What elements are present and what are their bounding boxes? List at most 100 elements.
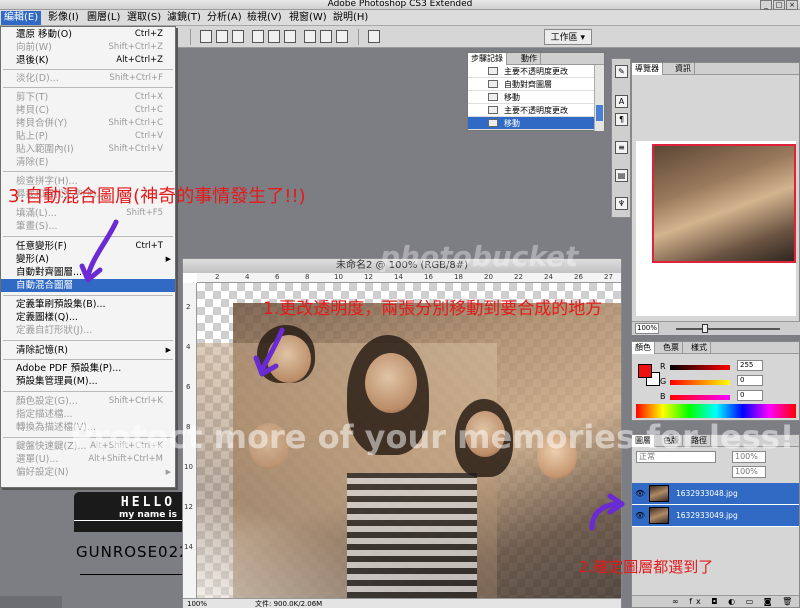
tab-actions[interactable]: 動作: [518, 53, 541, 65]
tab-navigator[interactable]: 導覽器: [632, 63, 663, 75]
menu-window[interactable]: 視窗(W): [286, 11, 330, 25]
menu-item-copy-merged[interactable]: 拷貝合併(Y) Shift+Ctrl+C: [1, 117, 175, 130]
menu-item-paste-into[interactable]: 貼入範圍內(I) Shift+Ctrl+V: [1, 143, 175, 156]
menu-item-auto-blend-layers[interactable]: 自動混合圖層: [1, 279, 175, 292]
photo-striped-shirt: [347, 473, 477, 598]
menu-layer[interactable]: 圖層(L): [84, 11, 123, 25]
menu-edit[interactable]: 編輯(E): [1, 11, 42, 25]
distribute-middle-icon[interactable]: [320, 30, 332, 43]
channel-label: G: [660, 377, 667, 386]
layer-row[interactable]: 👁 1632933048.jpg: [632, 483, 799, 505]
menu-item-define-pattern[interactable]: 定義圖樣(Q)...: [1, 311, 175, 324]
menu-item-color-settings[interactable]: 顏色設定(G)... Shift+Ctrl+K: [1, 395, 175, 408]
brush-icon[interactable]: ✎: [615, 65, 628, 78]
menu-item-undo[interactable]: 還原 移動(O) Ctrl+Z: [1, 28, 175, 41]
tab-history[interactable]: 步驟記錄: [468, 53, 507, 65]
panel-dock: ✎ A ¶ ≡ ▤ ♆: [611, 58, 631, 218]
clone-source-icon[interactable]: ▤: [615, 169, 628, 182]
align-right-icon[interactable]: [284, 30, 296, 43]
menu-item-define-custom-shape[interactable]: 定義自訂形狀(J)...: [1, 324, 175, 337]
menu-item-stroke[interactable]: 筆畫(S)...: [1, 220, 175, 233]
menu-divider: [3, 295, 173, 296]
menu-item-copy[interactable]: 拷貝(C) Ctrl+C: [1, 104, 175, 117]
history-item[interactable]: 主要不透明度更改: [468, 104, 594, 117]
blue-value-input[interactable]: 0: [737, 390, 763, 401]
close-button[interactable]: ×: [786, 0, 798, 10]
menu-item-paste[interactable]: 貼上(P) Ctrl+V: [1, 130, 175, 143]
ruler-tick-label: 16: [424, 273, 433, 281]
menu-item-fade[interactable]: 淡化(D)... Shift+Ctrl+F: [1, 72, 175, 85]
zoom-slider[interactable]: [676, 328, 780, 330]
red-slider[interactable]: [670, 365, 730, 370]
layer-comps-icon[interactable]: ≡: [615, 141, 628, 154]
ruler-tick-label: 14: [394, 273, 403, 281]
visibility-eye-icon[interactable]: 👁: [635, 511, 645, 520]
menu-item-auto-align-layers[interactable]: 自動對齊圖層...: [1, 266, 175, 279]
minimize-button[interactable]: _: [760, 0, 772, 10]
align-bottom-icon[interactable]: [232, 30, 244, 43]
history-scrollbar[interactable]: [594, 65, 604, 131]
menu-item-purge[interactable]: 清除記憶(R) ▶: [1, 344, 175, 357]
menu-item-fill[interactable]: 填滿(L)... Shift+F5: [1, 207, 175, 220]
menu-item-transform[interactable]: 變形(A) ▶: [1, 253, 175, 266]
menu-item-clear[interactable]: 清除(E): [1, 156, 175, 169]
menu-item-preset-manager[interactable]: 預設集管理員(M)...: [1, 375, 175, 388]
distribute-bottom-icon[interactable]: [336, 30, 348, 43]
menu-item-cut[interactable]: 剪下(T) Ctrl+X: [1, 91, 175, 104]
status-zoom[interactable]: 100%: [187, 599, 207, 608]
menu-item-step-forward[interactable]: 向前(W) Shift+Ctrl+Z: [1, 41, 175, 54]
auto-align-icon[interactable]: [368, 30, 380, 43]
tool-presets-icon[interactable]: ♆: [615, 197, 628, 210]
blue-slider[interactable]: [670, 395, 730, 400]
workspace-button[interactable]: 工作區 ▾: [543, 29, 592, 45]
align-top-icon[interactable]: [200, 30, 212, 43]
history-item[interactable]: 自動對齊圖層: [468, 78, 594, 91]
window-titlebar: Adobe Photoshop CS3 Extended _ □ ×: [0, 0, 800, 10]
red-value-input[interactable]: 255: [737, 360, 763, 371]
menu-item-pdf-presets[interactable]: Adobe PDF 預設集(P)...: [1, 362, 175, 375]
history-item[interactable]: 主要不透明度更改: [468, 65, 594, 78]
menu-filter[interactable]: 濾鏡(T): [164, 11, 204, 25]
green-value-input[interactable]: 0: [737, 375, 763, 386]
color-spectrum-bar[interactable]: [636, 404, 796, 418]
menu-image[interactable]: 影像(I): [45, 11, 82, 25]
menu-item-define-brush[interactable]: 定義筆刷預設集(B)...: [1, 298, 175, 311]
character-icon[interactable]: A: [615, 95, 628, 108]
maximize-button[interactable]: □: [773, 0, 785, 10]
history-item[interactable]: 移動: [468, 91, 594, 104]
ruler-tick-label: 10: [184, 463, 193, 471]
tab-info[interactable]: 資訊: [672, 63, 695, 75]
menu-analysis[interactable]: 分析(A): [204, 11, 245, 25]
zoom-slider-knob[interactable]: [702, 324, 708, 333]
menu-select[interactable]: 選取(S): [124, 11, 164, 25]
green-slider[interactable]: [670, 380, 730, 385]
layers-footer-buttons[interactable]: ∞ fx ◘ ◐ ▭ ◙ 🗑: [632, 595, 799, 607]
align-left-icon[interactable]: [252, 30, 264, 43]
layers-panel: 圖層 色版 路徑 正常 100% 100% 👁 1632933048.jpg 👁…: [631, 434, 800, 608]
navigator-view-box[interactable]: [652, 144, 796, 263]
navigator-zoom-input[interactable]: 100%: [635, 323, 659, 334]
tab-color[interactable]: 顏色: [632, 342, 655, 354]
distribute-top-icon[interactable]: [304, 30, 316, 43]
ruler-tick-label: 26: [574, 273, 583, 281]
menu-item-step-backward[interactable]: 退後(K) Alt+Ctrl+Z: [1, 54, 175, 67]
tab-swatches[interactable]: 色票: [660, 342, 683, 354]
menu-item-preferences[interactable]: 偏好設定(N) ▶: [1, 466, 175, 479]
visibility-eye-icon[interactable]: 👁: [635, 489, 645, 498]
fill-input[interactable]: 100%: [732, 466, 766, 478]
ruler-tick-label: 2: [186, 303, 191, 311]
ruler-tick-label: 4: [186, 343, 191, 351]
foreground-color-swatch[interactable]: [638, 364, 652, 378]
menu-view[interactable]: 檢視(V): [244, 11, 285, 25]
layer-row[interactable]: 👁 1632933049.jpg: [632, 505, 799, 527]
tab-styles[interactable]: 樣式: [688, 342, 711, 354]
layer-name: 1632933048.jpg: [676, 489, 738, 498]
align-center-icon[interactable]: [268, 30, 280, 43]
align-middle-icon[interactable]: [216, 30, 228, 43]
paragraph-icon[interactable]: ¶: [615, 113, 628, 126]
history-item-selected[interactable]: 移動: [468, 117, 594, 130]
menu-item-free-transform[interactable]: 任意變形(F) Ctrl+T: [1, 240, 175, 253]
scroll-thumb[interactable]: [596, 105, 603, 121]
menu-help[interactable]: 說明(H): [330, 11, 371, 25]
photo-face: [267, 335, 311, 383]
